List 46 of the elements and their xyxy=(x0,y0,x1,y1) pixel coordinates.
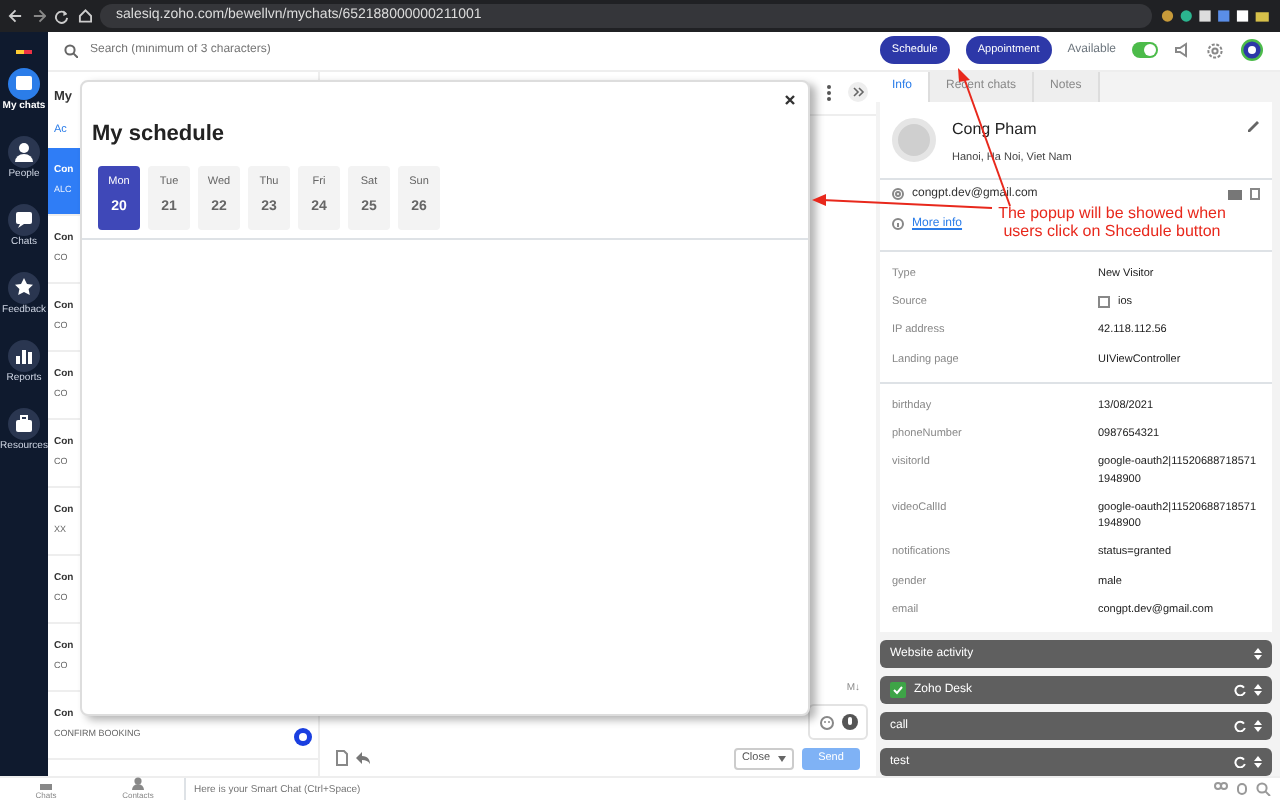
at-sign-icon xyxy=(892,188,904,201)
nav-item-icon-circle[interactable] xyxy=(8,272,40,304)
expand-panel-icon[interactable] xyxy=(848,82,868,102)
sort-icon[interactable] xyxy=(1254,756,1262,768)
avatar-placeholder xyxy=(892,117,936,161)
sort-icon[interactable] xyxy=(1254,720,1262,732)
nav-item-icon-circle[interactable] xyxy=(8,340,40,372)
speaker-icon[interactable] xyxy=(1174,42,1190,59)
people-icon[interactable] xyxy=(1212,782,1228,796)
refresh-icon[interactable] xyxy=(1234,684,1246,696)
emoji-icon[interactable] xyxy=(820,715,834,729)
user-avatar-icon[interactable] xyxy=(1240,38,1264,63)
refresh-icon[interactable] xyxy=(1234,756,1246,768)
more-options-icon[interactable] xyxy=(826,83,832,101)
nav-item-icon-circle[interactable] xyxy=(8,68,40,100)
source-icon xyxy=(1098,296,1110,309)
chat-status-icon xyxy=(294,727,312,745)
forward-icon[interactable] xyxy=(31,8,46,24)
message-field[interactable] xyxy=(808,704,868,740)
home-icon[interactable] xyxy=(77,8,92,24)
check-logo-icon xyxy=(890,682,906,698)
availability-toggle[interactable] xyxy=(1132,42,1158,59)
nav-item-icon-circle[interactable] xyxy=(8,204,40,236)
close-icon[interactable] xyxy=(784,94,796,106)
file-icon[interactable] xyxy=(336,750,348,766)
refresh-icon[interactable] xyxy=(1234,720,1246,732)
back-icon[interactable] xyxy=(8,8,23,24)
sort-icon[interactable] xyxy=(1254,684,1262,696)
contacts-icon xyxy=(130,776,146,790)
sort-icon[interactable] xyxy=(1254,648,1262,660)
edit-icon[interactable] xyxy=(1246,117,1260,131)
nav-item-icon-circle[interactable] xyxy=(8,136,40,168)
caret-icon xyxy=(778,755,786,761)
extension-icons-drawing[interactable] xyxy=(1159,8,1272,24)
copy-icon[interactable] xyxy=(1250,188,1260,201)
nav-item-icon-circle[interactable] xyxy=(8,408,40,440)
mail-icon[interactable] xyxy=(1228,189,1242,200)
reload-icon[interactable] xyxy=(54,8,69,24)
search-icon xyxy=(64,43,78,58)
settings-icon[interactable] xyxy=(1206,41,1224,60)
search-icon[interactable] xyxy=(1256,782,1272,796)
microphone-icon[interactable] xyxy=(842,714,858,730)
dialog-title: My schedule xyxy=(92,122,225,149)
info-icon xyxy=(892,218,904,231)
annotation-note: The popup will be showed when users click on Shcedule button xyxy=(996,204,1228,240)
reply-icon[interactable] xyxy=(356,752,370,764)
